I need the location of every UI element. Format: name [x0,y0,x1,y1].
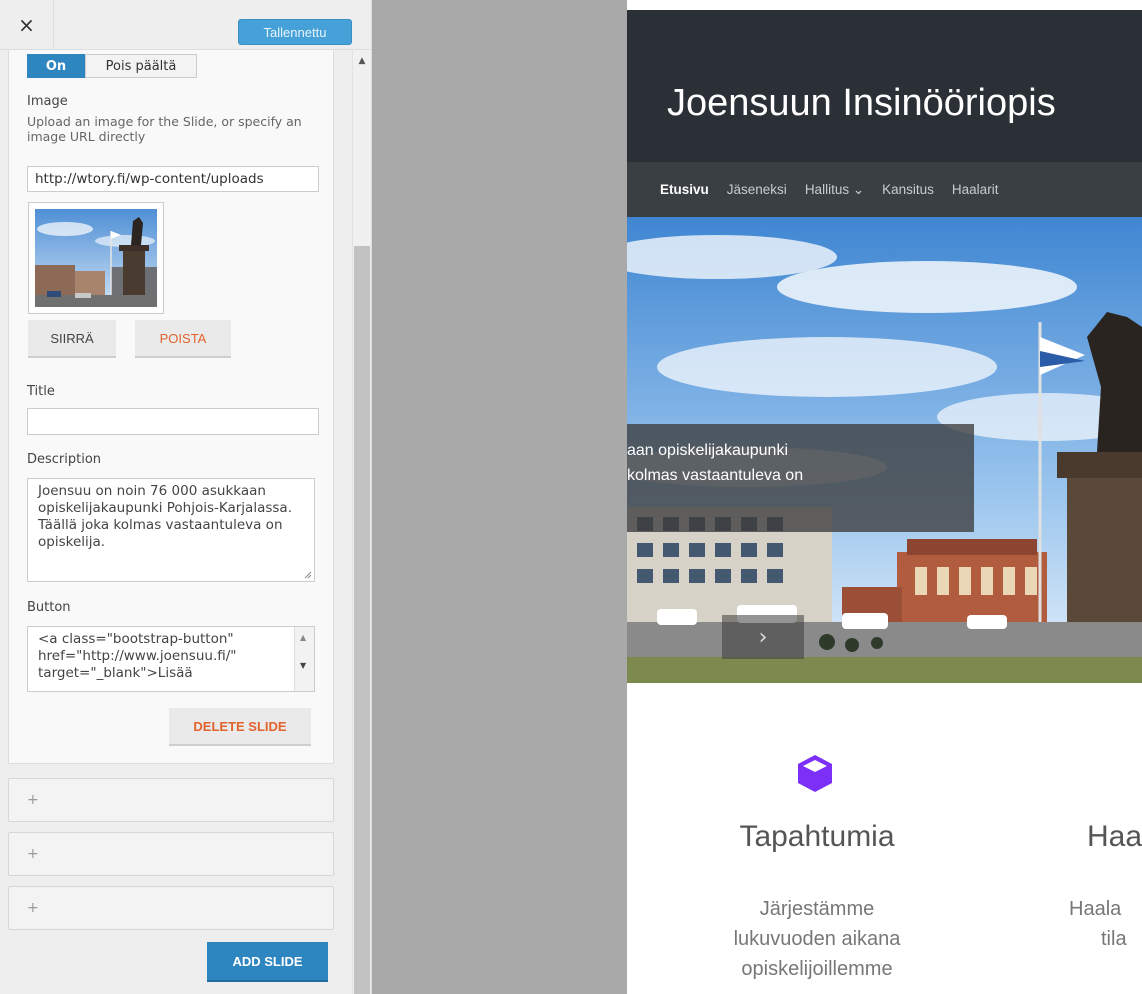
delete-slide-button[interactable]: DELETE SLIDE [169,708,311,746]
slide-card-expanded: On Pois päältä Image Upload an image for… [8,50,334,764]
panel-scrollbar[interactable]: ▲ [352,50,370,994]
nav-item-jaseneksi[interactable]: Jäseneksi [727,182,787,197]
slide-enable-toggle: On Pois päältä [27,54,197,78]
site-nav: Etusivu Jäseneksi Hallitus ⌄ Kansitus Ha… [627,162,1142,217]
expand-icon: + [27,792,39,808]
toggle-on-button[interactable]: On [27,54,85,78]
resize-grip-icon[interactable] [302,569,312,579]
close-button[interactable]: × [0,0,54,50]
scroll-up-arrow-icon[interactable]: ▲ [353,54,371,68]
remove-image-button[interactable]: POISTA [135,320,231,358]
expand-icon: + [27,900,39,916]
add-slide-button[interactable]: ADD SLIDE [207,942,328,982]
image-thumbnail [28,202,164,314]
description-textarea[interactable]: Joensuu on noin 76 000 asukkaan opiskeli… [27,478,315,582]
collapsed-slide-3[interactable]: + [8,886,334,930]
nav-item-etusivu[interactable]: Etusivu [660,182,709,197]
feature-title-tapahtumia: Tapahtumia [739,820,895,853]
button-code-textarea[interactable]: <a class="bootstrap-button" href="http:/… [27,626,315,692]
close-icon: × [18,13,35,37]
feature-text-line: opiskelijoillemme [741,958,893,980]
description-text: Joensuu on noin 76 000 asukkaan opiskeli… [38,483,292,550]
slide-caption: aan opiskelijakaupunki kolmas vastaantul… [627,424,974,532]
site-header: Joensuun Insinööriopis [627,10,1142,162]
move-image-button[interactable]: SIIRRÄ [28,320,116,358]
image-url-input[interactable]: http://wtory.fi/wp-content/uploads [27,166,319,192]
site-title[interactable]: Joensuun Insinööriopis [667,82,1056,125]
image-help-text: Upload an image for the Slide, or specif… [27,114,302,144]
image-label: Image [27,94,68,109]
scroll-thumb[interactable] [354,246,370,994]
collapsed-slide-2[interactable]: + [8,832,334,876]
caption-line-1: aan opiskelijakaupunki [627,442,788,459]
description-label: Description [27,452,102,467]
nav-item-kansitus[interactable]: Kansitus [882,182,934,197]
feature-text-line: lukuvuoden aikana [733,928,901,950]
preview-backdrop [372,0,627,994]
scroll-up-icon[interactable]: ▲ [300,629,306,646]
nav-item-hallitus[interactable]: Hallitus ⌄ [805,182,864,198]
panel-header: × Tallennettu [0,0,371,50]
title-label: Title [27,384,55,399]
scroll-down-icon[interactable]: ▼ [300,657,306,674]
button-label: Button [27,600,71,615]
title-input[interactable] [27,408,319,435]
toggle-off-button[interactable]: Pois päältä [85,54,197,78]
caption-line-2: kolmas vastaantuleva on [627,467,804,484]
feature-text-line: Järjestämme [759,898,875,920]
nav-item-haalarit[interactable]: Haalarit [952,182,999,197]
save-button[interactable]: Tallennettu [238,19,352,45]
feature-text-line: tila [1101,928,1127,950]
feature-text-tapahtumia: Järjestämme lukuvuoden aikana opiskelijo… [697,894,937,984]
collapsed-slide-1[interactable]: + [8,778,334,822]
textarea-scrollbar[interactable]: ▲ ▼ [294,627,314,691]
feature-title-haalarit: Haa [1087,820,1142,853]
statue-photo-thumbnail [35,209,157,307]
app-root: × Tallennettu On Pois päältä Image Uploa… [0,0,1142,994]
feature-text-line: Haala [1069,898,1122,920]
button-code-text: <a class="bootstrap-button" href="http:/… [38,631,237,681]
site-preview: Joensuun Insinööriopis Etusivu Jäseneksi… [627,10,1142,994]
feature-text-haalarit: Haala tila [1069,894,1127,954]
customizer-panel: × Tallennettu On Pois päältä Image Uploa… [0,0,372,994]
cube-icon [798,755,832,792]
expand-icon: + [27,846,39,862]
slider-next-arrow[interactable]: › [722,615,804,659]
